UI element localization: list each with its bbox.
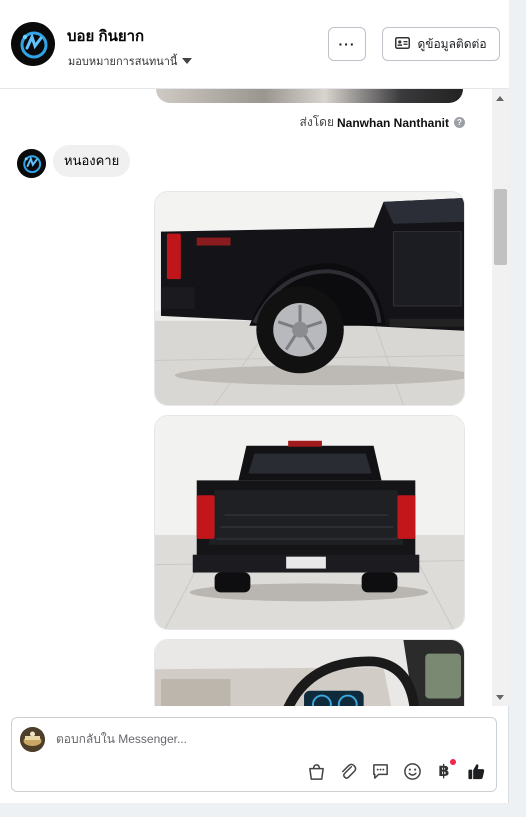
incoming-message-bubble: หนองคาย	[53, 145, 131, 177]
assign-label: มอบหมายการสนทนานี้	[68, 56, 178, 68]
sent-by-name: Nanwhan Nanthanit	[336, 115, 449, 130]
assign-conversation-dropdown[interactable]: มอบหมายการสนทนานี้	[68, 52, 193, 70]
baht-icon: ฿	[438, 763, 450, 780]
reply-composer: ฿	[11, 717, 497, 792]
thumbs-up-icon	[467, 763, 484, 779]
scroll-up-arrow-icon[interactable]	[496, 96, 504, 101]
shop-bag-button[interactable]	[305, 760, 327, 782]
page-avatar	[20, 727, 45, 752]
scroll-down-arrow-icon[interactable]	[496, 695, 504, 700]
contact-avatar[interactable]	[11, 22, 55, 66]
emoji-button[interactable]	[401, 760, 423, 782]
thread-scrollbar[interactable]	[492, 89, 509, 706]
view-contact-label: ดูข้อมูลติดต่อ	[417, 36, 487, 51]
composer-toolbar: ฿	[305, 759, 487, 782]
saved-replies-button[interactable]	[369, 760, 391, 782]
notification-dot	[450, 759, 456, 765]
like-button[interactable]	[465, 760, 487, 782]
photo-message-truck-side[interactable]	[154, 191, 465, 406]
payment-button[interactable]: ฿	[433, 759, 456, 782]
view-contact-button[interactable]: ดูข้อมูลติดต่อ	[382, 27, 500, 61]
emoji-icon	[403, 762, 421, 780]
contact-name: บอย กินยาก	[67, 28, 145, 45]
photo-message-truck-bed[interactable]	[154, 415, 465, 630]
sent-by-label: ส่งโดย Nanwhan Nanthanit ?	[300, 113, 465, 132]
previous-photo-message[interactable]	[156, 89, 463, 103]
more-options-button[interactable]: ···	[328, 27, 366, 61]
attach-button[interactable]	[337, 760, 359, 782]
paperclip-icon	[341, 763, 356, 779]
contact-card-icon	[395, 36, 411, 52]
chat-bubble-icon	[372, 763, 388, 779]
message-sender-avatar	[17, 149, 46, 178]
scroll-thumb[interactable]	[494, 189, 507, 265]
conversation-header: บอย กินยาก มอบหมายการสนทนานี้ ··· ดูข้อม…	[0, 0, 509, 89]
reply-input[interactable]	[56, 732, 436, 746]
bag-icon	[308, 763, 324, 780]
photo-message-truck-interior[interactable]	[154, 639, 465, 706]
messenger-panel: บอย กินยาก มอบหมายการสนทนานี้ ··· ดูข้อม…	[0, 0, 509, 803]
message-thread: ส่งโดย Nanwhan Nanthanit ? หนองคาย	[0, 89, 492, 706]
chevron-down-icon	[182, 58, 193, 64]
sent-by-prefix: ส่งโดย	[299, 115, 334, 129]
help-icon[interactable]: ?	[454, 117, 465, 128]
